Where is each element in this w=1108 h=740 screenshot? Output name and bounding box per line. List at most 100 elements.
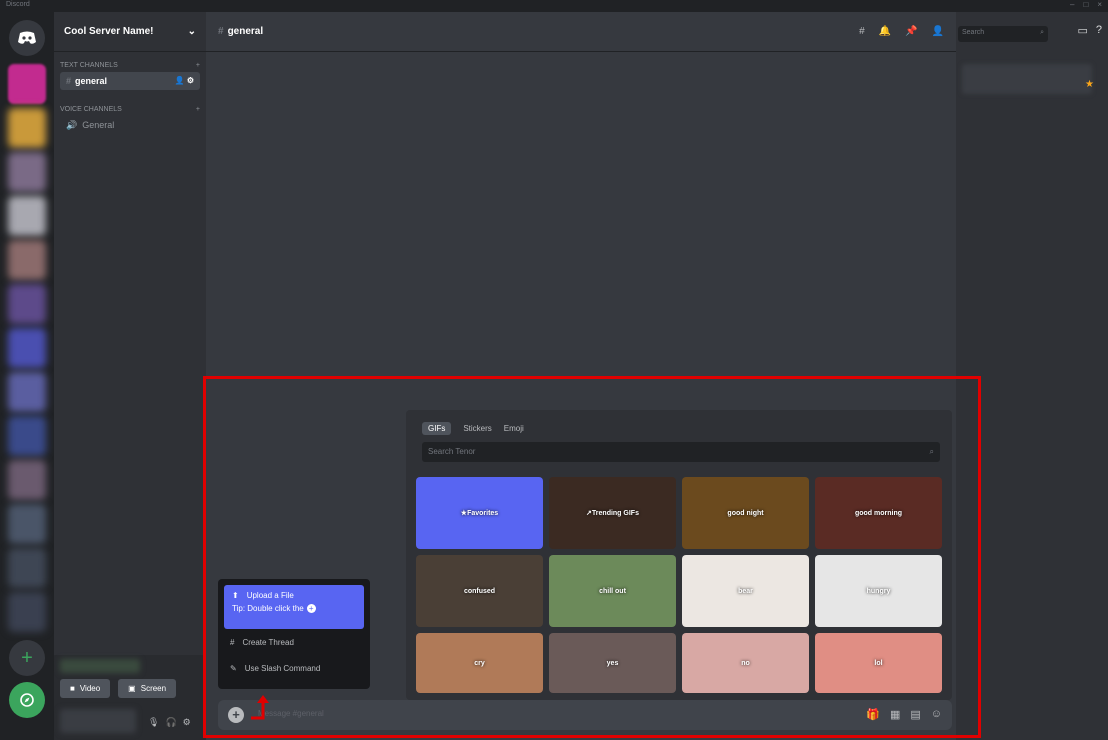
add-channel-icon[interactable]: +: [196, 106, 200, 113]
category-text-channels[interactable]: TEXT CHANNELS +: [54, 62, 206, 69]
gif-label: confused: [463, 587, 496, 595]
gif-icon[interactable]: ▦: [890, 708, 900, 721]
help-icon[interactable]: ?: [1096, 24, 1102, 37]
tab-emoji[interactable]: Emoji: [504, 424, 524, 435]
tab-stickers[interactable]: Stickers: [463, 424, 491, 435]
create-thread-item[interactable]: # Create Thread: [224, 629, 364, 655]
gif-tile[interactable]: cry: [416, 633, 543, 693]
server-icon[interactable]: [8, 152, 46, 192]
gear-icon[interactable]: ⚙: [187, 76, 194, 85]
gif-tile[interactable]: lol: [815, 633, 942, 693]
tab-gifs[interactable]: GIFs: [422, 422, 452, 435]
gif-label: Trending GIFs: [591, 509, 639, 517]
server-icon[interactable]: [8, 592, 46, 632]
voice-status: [60, 659, 140, 673]
member-item[interactable]: [962, 64, 1092, 94]
pin-icon[interactable]: 📌: [905, 26, 917, 37]
invite-icon[interactable]: 👤: [175, 76, 185, 85]
gif-tile[interactable]: ↗ Trending GIFs: [549, 477, 676, 549]
thread-icon: #: [230, 637, 235, 647]
window-controls: – □ ×: [1070, 0, 1102, 9]
channel-label: General: [82, 120, 115, 130]
gif-label: chill out: [599, 587, 626, 595]
channel-item-general[interactable]: # general 👤 ⚙: [60, 72, 200, 90]
screen-share-button[interactable]: ▣ Screen: [118, 679, 177, 698]
server-icon[interactable]: [8, 328, 46, 368]
category-voice-channels[interactable]: VOICE CHANNELS +: [54, 106, 206, 113]
explore-servers-button[interactable]: [9, 682, 45, 718]
channel-label: general: [75, 76, 108, 86]
discord-logo-icon: [18, 31, 36, 44]
home-button[interactable]: [9, 20, 45, 56]
gif-tile[interactable]: good morning: [815, 477, 942, 549]
server-icon[interactable]: [8, 416, 46, 456]
server-icon[interactable]: [8, 548, 46, 588]
slash-command-item[interactable]: ✎ Use Slash Command: [224, 655, 364, 681]
headphones-icon[interactable]: 🎧: [165, 717, 176, 728]
hash-icon: #: [218, 26, 224, 37]
gif-label: good morning: [854, 509, 903, 517]
gif-tile[interactable]: ★ Favorites: [416, 477, 543, 549]
voice-channel-general[interactable]: 🔊 General: [60, 116, 200, 135]
annotation-arrow-icon: [251, 695, 269, 720]
gif-label: yes: [606, 659, 619, 667]
microphone-icon[interactable]: 🎙: [148, 717, 159, 728]
add-channel-icon[interactable]: +: [196, 62, 200, 69]
gif-tile[interactable]: no: [682, 633, 809, 693]
server-icon[interactable]: [8, 64, 46, 104]
gif-label: bear: [738, 587, 753, 595]
threads-icon[interactable]: #: [859, 26, 865, 37]
gif-label: no: [741, 659, 750, 667]
attach-plus-button[interactable]: +: [228, 707, 244, 723]
slash-icon: ✎: [230, 663, 237, 673]
server-icon[interactable]: [8, 504, 46, 544]
speaker-icon: 🔊: [66, 120, 78, 130]
gif-tile[interactable]: yes: [549, 633, 676, 693]
sticker-icon[interactable]: ▤: [910, 708, 920, 721]
members-panel: Search ⌕ ▭ ? ★: [956, 12, 1108, 740]
search-icon: ⌕: [929, 447, 934, 456]
server-icon[interactable]: [8, 240, 46, 280]
gear-icon[interactable]: ⚙: [183, 717, 191, 728]
server-icon[interactable]: [8, 196, 46, 236]
gif-picker: GIFs Stickers Emoji Search Tenor ⌕ ★ Fav…: [406, 410, 952, 700]
hash-icon: #: [66, 76, 72, 86]
upload-file-item[interactable]: ⬆ Upload a File Tip: Double click the +: [224, 585, 364, 629]
category-label: TEXT CHANNELS: [60, 62, 118, 69]
server-header[interactable]: Cool Server Name! ⌄: [54, 12, 206, 52]
server-name: Cool Server Name!: [64, 26, 154, 37]
tip-text: Tip: Double click the: [232, 604, 304, 613]
server-icon[interactable]: [8, 108, 46, 148]
gif-search-input[interactable]: Search Tenor ⌕: [422, 442, 940, 462]
message-composer: + Message #general 🎁 ▦ ▤ ☺: [218, 700, 952, 730]
picker-tabs: GIFs Stickers Emoji: [406, 410, 952, 435]
gif-label: good night: [727, 509, 764, 517]
minimize-icon[interactable]: –: [1070, 0, 1074, 9]
server-icon[interactable]: [8, 284, 46, 324]
avatar[interactable]: [60, 709, 136, 733]
header-toolbar: # 🔔 📌 👤: [859, 26, 944, 37]
channel-header: # general # 🔔 📌 👤: [206, 12, 956, 52]
video-button[interactable]: ■ Video: [60, 679, 111, 698]
gif-label: hungry: [866, 587, 891, 595]
close-icon[interactable]: ×: [1097, 0, 1102, 9]
bell-icon[interactable]: 🔔: [879, 26, 891, 37]
gif-tile[interactable]: chill out: [549, 555, 676, 627]
gif-tile[interactable]: good night: [682, 477, 809, 549]
search-input[interactable]: Search ⌕: [958, 26, 1048, 42]
screen-icon: ▣: [128, 684, 136, 693]
app-name: Discord: [6, 1, 30, 8]
screen-label: Screen: [140, 684, 167, 693]
members-icon[interactable]: 👤: [932, 26, 944, 37]
server-icon[interactable]: [8, 460, 46, 500]
inbox-icon[interactable]: ▭: [1077, 24, 1087, 37]
gif-tile[interactable]: confused: [416, 555, 543, 627]
gif-tile[interactable]: bear: [682, 555, 809, 627]
gif-tile[interactable]: hungry: [815, 555, 942, 627]
gift-icon[interactable]: 🎁: [866, 708, 880, 721]
emoji-icon[interactable]: ☺: [931, 708, 942, 721]
maximize-icon[interactable]: □: [1083, 0, 1088, 9]
add-server-button[interactable]: +: [9, 640, 45, 676]
server-icon[interactable]: [8, 372, 46, 412]
compass-icon: [20, 693, 34, 707]
